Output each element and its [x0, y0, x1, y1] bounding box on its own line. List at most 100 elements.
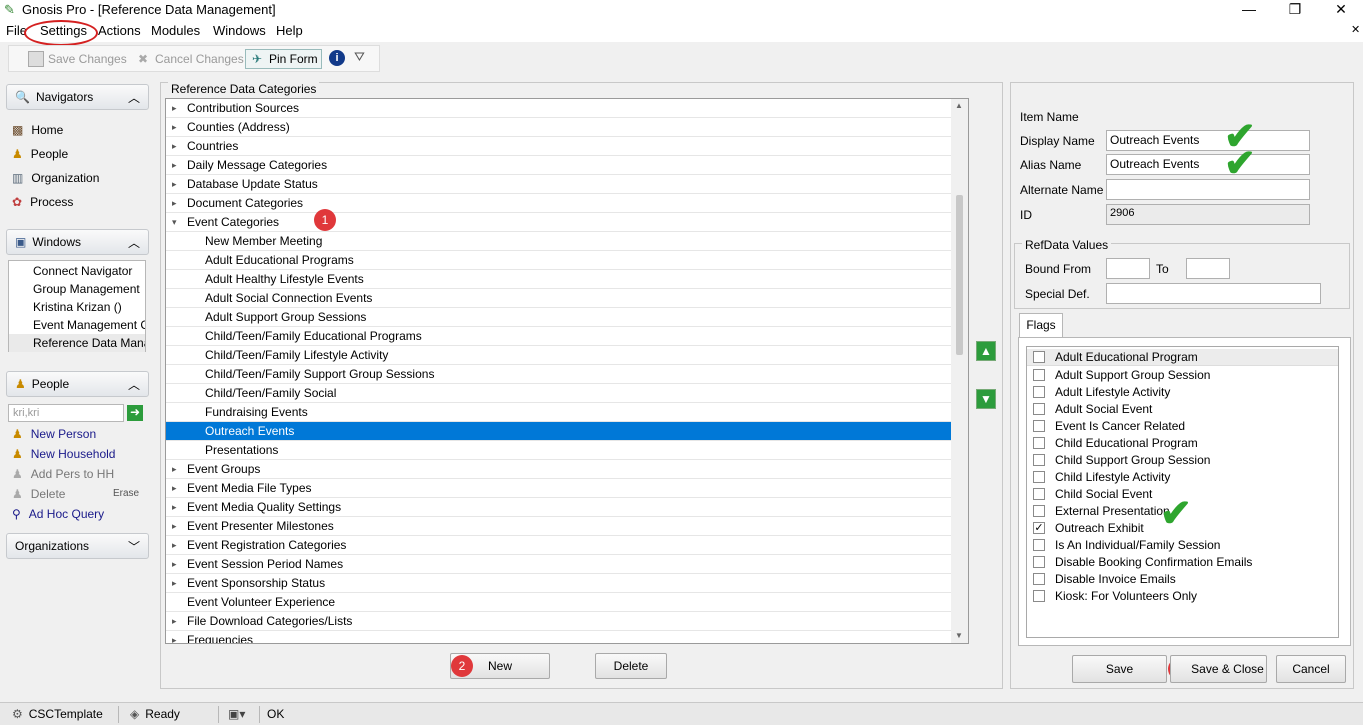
tree-child-item[interactable]: Adult Support Group Sessions [166, 308, 951, 327]
expand-arrow-icon[interactable]: ▸ [172, 99, 177, 118]
tree-category-item[interactable]: ▸ Event Session Period Names [166, 555, 951, 574]
ad-hoc-query-link[interactable]: ⚲ Ad Hoc Query [12, 504, 104, 524]
people-header[interactable]: ♟ People ︿ [6, 371, 149, 397]
flag-row[interactable]: Adult Lifestyle Activity [1027, 383, 1338, 400]
scroll-thumb[interactable] [956, 195, 963, 355]
tree-child-item[interactable]: Adult Educational Programs [166, 251, 951, 270]
flag-checkbox[interactable] [1033, 351, 1045, 363]
mdi-close-button[interactable]: ✕ [1351, 23, 1360, 36]
info-icon[interactable]: i [329, 50, 345, 66]
menu-actions[interactable]: Actions [98, 23, 141, 38]
tree-category-item[interactable]: ▸ File Download Categories/Lists [166, 612, 951, 631]
tree-child-item[interactable]: Adult Healthy Lifestyle Events [166, 270, 951, 289]
menu-help[interactable]: Help [276, 23, 303, 38]
alternate-name-field[interactable] [1106, 179, 1310, 200]
expand-arrow-icon[interactable]: ▸ [172, 460, 177, 479]
expand-arrow-icon[interactable]: ▸ [172, 498, 177, 517]
tree-category-item[interactable]: ▸ Contribution Sources [166, 99, 951, 118]
people-search-input[interactable]: kri,kri [8, 404, 124, 422]
close-button[interactable]: ✕ [1318, 0, 1363, 20]
expand-arrow-icon[interactable]: ▸ [172, 517, 177, 536]
tree-child-item[interactable]: Outreach Events [166, 422, 951, 441]
new-person-link[interactable]: ♟ New Person [12, 424, 96, 444]
scroll-down-icon[interactable]: ▼ [955, 631, 963, 640]
window-item-group-management[interactable]: Group Management [9, 280, 145, 298]
tree-category-item[interactable]: ▸ Document Categories [166, 194, 951, 213]
save-changes-button[interactable]: Save Changes [25, 49, 130, 69]
expand-arrow-icon[interactable]: ▸ [172, 536, 177, 555]
expand-arrow-icon[interactable]: ▸ [172, 631, 177, 643]
move-up-button[interactable]: ▲ [976, 341, 996, 361]
tree-child-item[interactable]: Child/Teen/Family Educational Programs [166, 327, 951, 346]
save-close-button[interactable]: Save & Close [1170, 655, 1267, 683]
expand-arrow-icon[interactable]: ▸ [172, 156, 177, 175]
tree-category-item[interactable]: ▾ Event Categories [166, 213, 951, 232]
tree-scrollbar[interactable]: ▲ ▼ [951, 99, 968, 643]
flag-checkbox[interactable] [1033, 402, 1045, 415]
menu-modules[interactable]: Modules [151, 23, 200, 38]
expand-arrow-icon[interactable]: ▸ [172, 612, 177, 631]
scroll-up-icon[interactable]: ▲ [955, 101, 963, 110]
flag-row[interactable]: Disable Invoice Emails [1027, 570, 1338, 587]
move-down-button[interactable]: ▼ [976, 389, 996, 409]
expand-arrow-icon[interactable]: ▸ [172, 118, 177, 137]
tree-category-item[interactable]: ▸ Event Sponsorship Status [166, 574, 951, 593]
tree-category-item[interactable]: ▸ Event Media Quality Settings [166, 498, 951, 517]
flag-row[interactable]: Adult Support Group Session [1027, 366, 1338, 383]
flag-checkbox[interactable] [1033, 385, 1045, 398]
collapse-icon[interactable]: ︿ [128, 234, 140, 251]
tree-category-item[interactable]: ▸ Frequencies [166, 631, 951, 643]
tree-category-item[interactable]: Event Volunteer Experience [166, 593, 951, 612]
save-button[interactable]: Save [1072, 655, 1167, 683]
tree-child-item[interactable]: New Member Meeting [166, 232, 951, 251]
flag-checkbox[interactable] [1033, 487, 1045, 500]
expand-arrow-icon[interactable]: ▸ [172, 137, 177, 156]
tree-category-item[interactable]: ▸ Database Update Status [166, 175, 951, 194]
windows-header[interactable]: ▣ Windows ︿ [6, 229, 149, 255]
window-item-kristina[interactable]: Kristina Krizan () [9, 298, 145, 316]
window-item-reference-data[interactable]: Reference Data Manag [9, 334, 145, 352]
tree-category-item[interactable]: ▸ Countries [166, 137, 951, 156]
tree-child-item[interactable]: Presentations [166, 441, 951, 460]
expand-arrow-icon[interactable]: ▸ [172, 479, 177, 498]
tree-category-item[interactable]: ▸ Event Presenter Milestones [166, 517, 951, 536]
flag-checkbox[interactable] [1033, 368, 1045, 381]
navigators-header[interactable]: 🔍 Navigators ︿ [6, 84, 149, 110]
flag-row[interactable]: Child Support Group Session [1027, 451, 1338, 468]
delete-person-link[interactable]: ♟ Delete [12, 484, 65, 504]
flag-checkbox[interactable] [1033, 589, 1045, 602]
flag-row[interactable]: Is An Individual/Family Session [1027, 536, 1338, 553]
flag-checkbox[interactable]: ✓ [1033, 521, 1045, 534]
bound-to-field[interactable] [1186, 258, 1230, 279]
flag-row[interactable]: Disable Booking Confirmation Emails [1027, 553, 1338, 570]
flag-row[interactable]: Adult Social Event [1027, 400, 1338, 417]
display-name-field[interactable]: Outreach Events [1106, 130, 1310, 151]
tree-category-item[interactable]: ▸ Event Groups [166, 460, 951, 479]
alias-name-field[interactable]: Outreach Events [1106, 154, 1310, 175]
add-pers-to-hh-link[interactable]: ♟ Add Pers to HH [12, 464, 114, 484]
minimize-button[interactable]: — [1226, 0, 1272, 20]
tree-category-item[interactable]: ▸ Event Registration Categories [166, 536, 951, 555]
flag-row[interactable]: Child Lifestyle Activity [1027, 468, 1338, 485]
delete-button[interactable]: Delete [595, 653, 667, 679]
expand-icon[interactable]: ﹀ [128, 538, 140, 555]
expand-arrow-icon[interactable]: ▸ [172, 194, 177, 213]
flag-row[interactable]: Adult Educational Program [1027, 349, 1338, 366]
tab-flags[interactable]: Flags [1019, 313, 1063, 338]
tree-category-item[interactable]: ▸ Counties (Address) [166, 118, 951, 137]
tree-child-item[interactable]: Child/Teen/Family Support Group Sessions [166, 365, 951, 384]
window-item-event-management[interactable]: Event Management Ce [9, 316, 145, 334]
organizations-header[interactable]: Organizations ﹀ [6, 533, 149, 559]
nav-people[interactable]: ♟ People [12, 144, 68, 164]
search-go-icon[interactable]: ➜ [127, 405, 143, 421]
restore-button[interactable]: ❐ [1272, 0, 1318, 20]
tree-child-item[interactable]: Adult Social Connection Events [166, 289, 951, 308]
flag-checkbox[interactable] [1033, 538, 1045, 551]
cancel-button[interactable]: Cancel [1276, 655, 1346, 683]
cancel-changes-button[interactable]: ✖ Cancel Changes [132, 49, 247, 69]
window-dropdown-icon[interactable]: ▣▾ [228, 707, 245, 721]
flag-checkbox[interactable] [1033, 453, 1045, 466]
nav-process[interactable]: ✿ Process [12, 192, 73, 212]
collapse-arrow-icon[interactable]: ▾ [172, 213, 177, 232]
flag-checkbox[interactable] [1033, 419, 1045, 432]
